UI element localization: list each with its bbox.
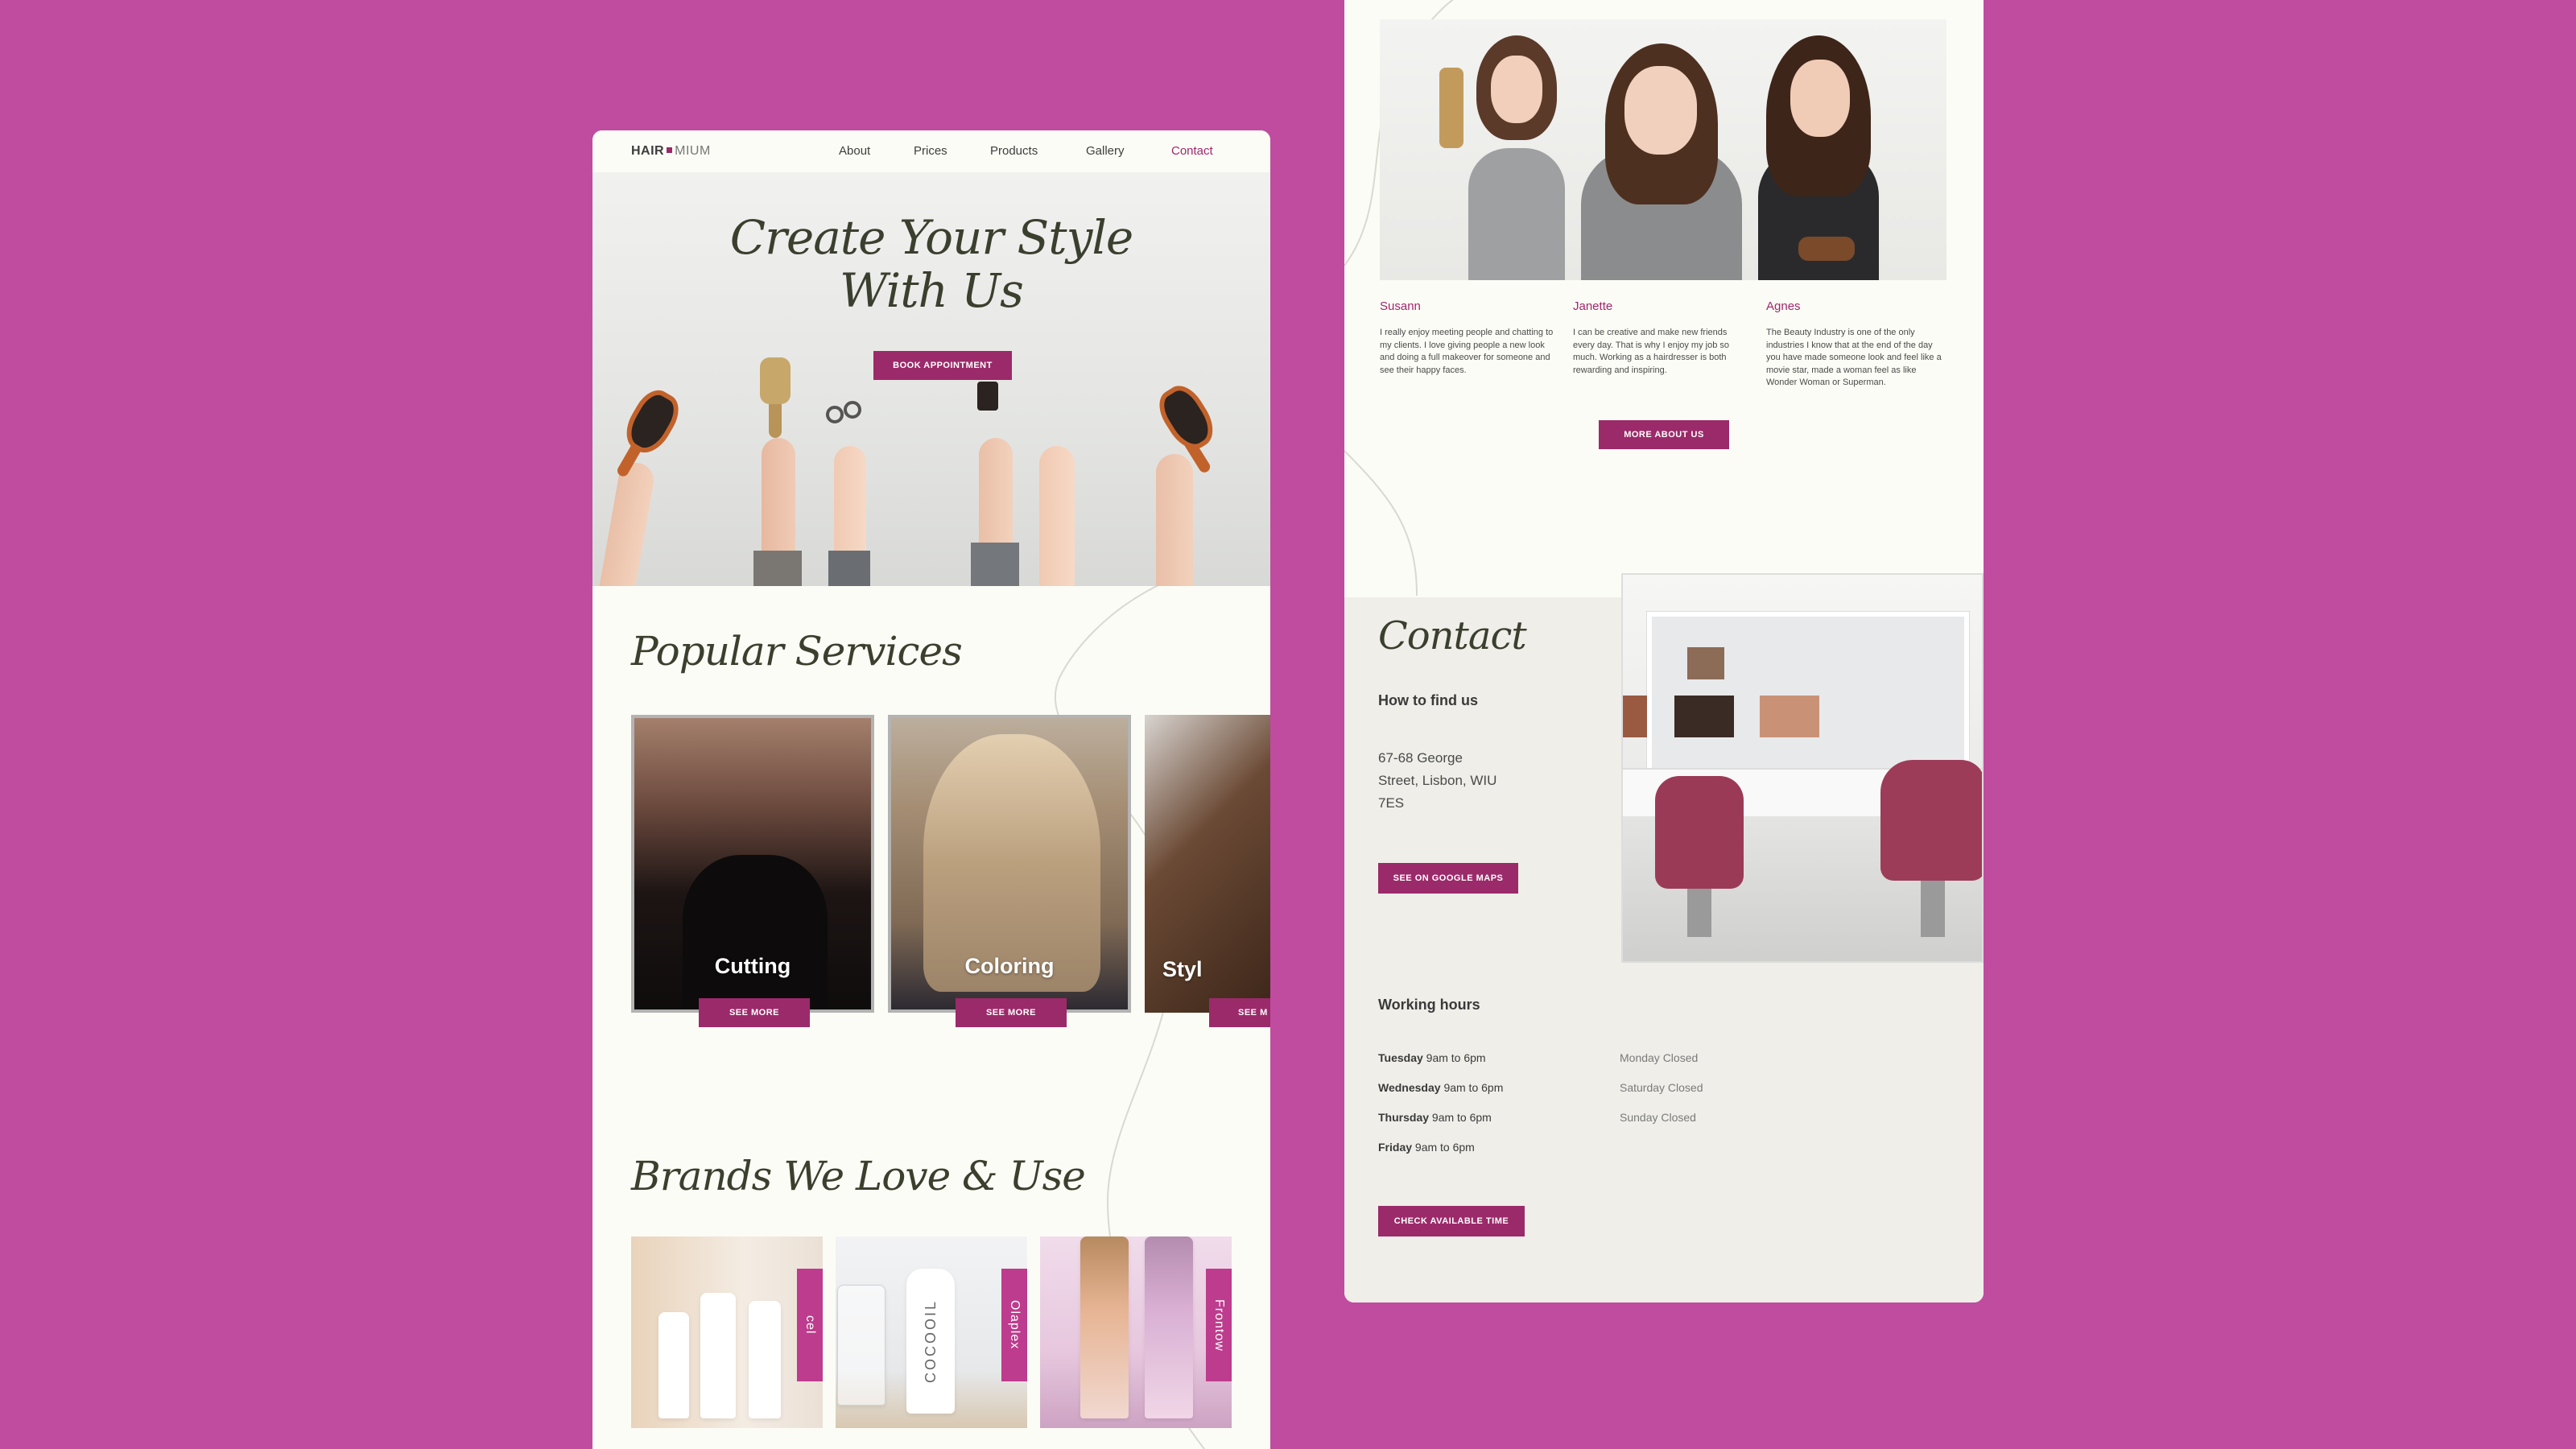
logo-square-icon — [667, 147, 673, 153]
closed-day: Saturday Closed — [1620, 1081, 1703, 1094]
hours-row: Thursday 9am to 6pm — [1378, 1111, 1492, 1124]
team-photo — [1380, 19, 1946, 280]
service-label: Coloring — [964, 954, 1055, 978]
team-member-name: Agnes — [1766, 299, 1801, 313]
brand-card-3[interactable]: Frontow — [1040, 1236, 1232, 1428]
hours-day: Friday — [1378, 1141, 1413, 1154]
brand-tag: Olaplex — [1001, 1269, 1027, 1381]
hero-section: Create Your Style With Us BOOK APPOINTME… — [592, 172, 1270, 586]
team-member-bio: I really enjoy meeting people and chatti… — [1380, 328, 1554, 375]
contact-title: Contact — [1378, 613, 1527, 658]
services-title: Popular Services — [631, 628, 963, 675]
home-page-mockup: HAIR MIUM About Prices Products Gallery C… — [592, 130, 1270, 1449]
team-member-name: Janette — [1573, 299, 1613, 313]
nav-link-prices[interactable]: Prices — [914, 144, 947, 158]
logo[interactable]: HAIR MIUM — [631, 144, 711, 159]
hours-time: 9am to 6pm — [1443, 1081, 1504, 1094]
brands-title: Brands We Love & Use — [631, 1153, 1086, 1199]
how-to-find-heading: How to find us — [1378, 692, 1478, 708]
hours-day: Wednesday — [1378, 1081, 1441, 1094]
service-label: Styl — [1162, 957, 1203, 981]
address: 67-68 George Street, Lisbon, WIU 7ES — [1378, 747, 1515, 815]
nav-link-products[interactable]: Products — [990, 144, 1038, 158]
book-appointment-button[interactable]: BOOK APPOINTMENT — [873, 351, 1012, 380]
see-more-button[interactable]: SEE MORE — [956, 998, 1067, 1027]
service-card-cutting[interactable]: Cutting — [631, 715, 874, 1013]
team-member-bio: The Beauty Industry is one of the only i… — [1766, 328, 1942, 387]
contact-section: Contact How to find us 67-68 George Stre… — [1344, 573, 1984, 1302]
nav-link-contact[interactable]: Contact — [1171, 144, 1213, 158]
working-hours-heading: Working hours — [1378, 997, 1480, 1013]
hours-row: Wednesday 9am to 6pm — [1378, 1081, 1503, 1094]
more-about-us-button[interactable]: MORE ABOUT US — [1599, 420, 1729, 449]
salon-photo — [1621, 573, 1984, 963]
hours-day: Thursday — [1378, 1111, 1430, 1124]
address-line: Street, Lisbon, WIU — [1378, 773, 1497, 788]
hours-row: Friday 9am to 6pm — [1378, 1141, 1475, 1154]
hero-title-line-1: Create Your Style — [729, 210, 1133, 265]
address-line: 7ES — [1378, 795, 1405, 811]
hours-row: Tuesday 9am to 6pm — [1378, 1051, 1486, 1064]
closed-day: Sunday Closed — [1620, 1111, 1696, 1124]
nav-link-gallery[interactable]: Gallery — [1086, 144, 1125, 158]
about-contact-page-mockup: Susann I really enjoy meeting people and… — [1344, 0, 1984, 1302]
check-available-time-button[interactable]: CHECK AVAILABLE TIME — [1378, 1206, 1525, 1236]
brand-tag: Frontow — [1206, 1269, 1232, 1381]
see-more-button[interactable]: SEE M — [1209, 998, 1270, 1027]
brand-tag: cel — [797, 1269, 823, 1381]
hero-title: Create Your Style With Us — [592, 211, 1270, 317]
see-more-button[interactable]: SEE MORE — [699, 998, 810, 1027]
logo-text-thin: MIUM — [675, 144, 711, 158]
address-line: 67-68 George — [1378, 750, 1463, 766]
nav-link-about[interactable]: About — [839, 144, 870, 158]
logo-text-bold: HAIR — [631, 144, 665, 158]
hours-time: 9am to 6pm — [1431, 1111, 1492, 1124]
brand-card-1[interactable]: cel — [631, 1236, 823, 1428]
team-member-bio: I can be creative and make new friends e… — [1573, 328, 1730, 375]
bottle-label: COCOOIL — [922, 1298, 939, 1383]
hours-day: Tuesday — [1378, 1051, 1423, 1064]
team-member-name: Susann — [1380, 299, 1421, 313]
hours-time: 9am to 6pm — [1426, 1051, 1486, 1064]
hero-title-line-2: With Us — [840, 263, 1024, 318]
hours-time: 9am to 6pm — [1414, 1141, 1475, 1154]
google-maps-button[interactable]: SEE ON GOOGLE MAPS — [1378, 863, 1518, 894]
top-navigation: HAIR MIUM About Prices Products Gallery C… — [592, 130, 1270, 172]
closed-day: Monday Closed — [1620, 1051, 1699, 1064]
service-label: Cutting — [714, 954, 791, 978]
service-card-styling[interactable]: Styl — [1145, 715, 1270, 1013]
service-card-coloring[interactable]: Coloring — [888, 715, 1131, 1013]
brand-card-2[interactable]: COCOOIL Olaplex — [836, 1236, 1027, 1428]
